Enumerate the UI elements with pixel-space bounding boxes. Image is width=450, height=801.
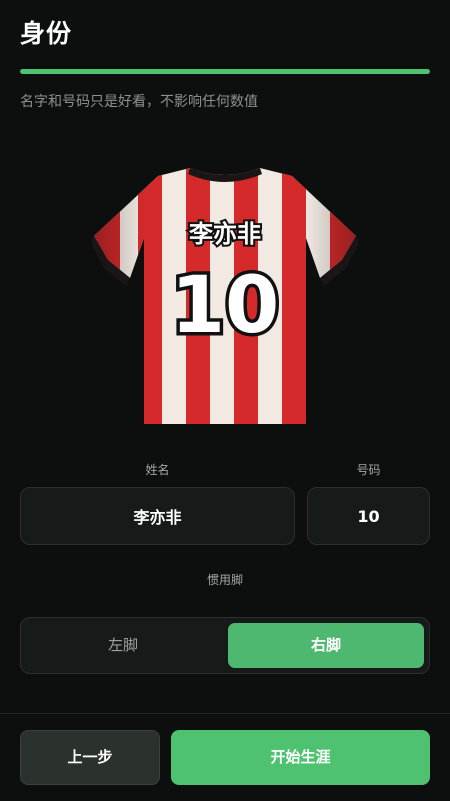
number-label: 号码 — [356, 463, 381, 477]
page-subtitle: 名字和号码只是好看，不影响任何数值 — [20, 94, 258, 110]
preferred-foot-toggle: 左脚 右脚 — [20, 617, 430, 674]
page-title: 身份 — [20, 19, 73, 48]
number-input[interactable] — [307, 487, 430, 545]
name-input[interactable] — [20, 487, 295, 545]
left-foot-option[interactable]: 左脚 — [25, 623, 221, 668]
start-career-button[interactable]: 开始生涯 — [171, 730, 430, 785]
jersey-preview: 李亦非 10 — [92, 162, 358, 428]
right-foot-option[interactable]: 右脚 — [228, 623, 424, 668]
back-button[interactable]: 上一步 — [20, 730, 160, 785]
name-label: 姓名 — [145, 463, 170, 477]
jersey-number: 10 — [171, 261, 280, 351]
progress-fill — [20, 69, 430, 74]
jersey-name: 李亦非 — [189, 220, 261, 248]
progress-bar — [20, 69, 430, 74]
preferred-foot-label: 惯用脚 — [206, 573, 243, 587]
